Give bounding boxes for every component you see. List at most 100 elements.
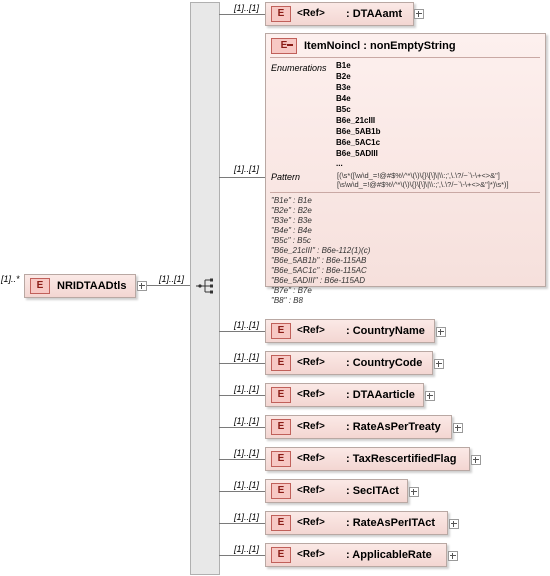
ref-label: <Ref>: [297, 325, 325, 336]
expand-icon[interactable]: [453, 423, 463, 433]
root-element-name: NRIDTAADtls: [57, 280, 127, 292]
enum-value: ...: [336, 159, 343, 168]
pattern-label: Pattern: [271, 172, 301, 182]
element-multiplicity: [1]..[1]: [234, 384, 260, 394]
element-box[interactable]: E <Ref> : SecITAct: [265, 479, 408, 503]
item-multiplicity: [1]..[1]: [234, 164, 260, 174]
element-box[interactable]: E <Ref> : ApplicableRate: [265, 543, 447, 567]
element-box[interactable]: E <Ref> : DTAAamt: [265, 2, 414, 26]
expand-icon[interactable]: [425, 391, 435, 401]
element-box[interactable]: E <Ref> : RateAsPerITAct: [265, 511, 448, 535]
pattern-line: [\s\w\d_=!@#$%\^*\(\)\{}\[\]\|\\:;',\.\?…: [337, 180, 509, 189]
element-multiplicity: [1]..[1]: [234, 352, 260, 362]
connector-line: [219, 459, 265, 460]
enum-value: B6e_5AB1b: [336, 127, 381, 136]
element-badge: E: [271, 483, 291, 499]
enum-doc: "B7e" : B7e: [271, 286, 312, 295]
enum-doc: "B3e" : B3e: [271, 216, 312, 225]
ref-label: <Ref>: [297, 549, 325, 560]
element-name: : CountryCode: [346, 357, 423, 369]
enum-value: B6e_5ADIII: [336, 149, 378, 158]
enum-value: B2e: [336, 72, 351, 81]
pattern-line: [(\s*([\w\d_=!@#$%\^*\(\)\{}\[\]\|\\:;',…: [337, 171, 500, 180]
ref-label: <Ref>: [297, 453, 325, 464]
ref-label: <Ref>: [297, 421, 325, 432]
root-element-box[interactable]: E NRIDTAADtls: [24, 274, 136, 298]
enum-value: B6e_21cIII: [336, 116, 376, 125]
item-title: ItemNoincl : nonEmptyString: [304, 40, 456, 52]
element-name: : RateAsPerTreaty: [346, 421, 441, 433]
element-multiplicity: [1]..[1]: [234, 3, 260, 13]
element-name: : ApplicableRate: [346, 549, 432, 561]
divider: [270, 57, 540, 58]
element-name: : DTAAamt: [346, 8, 403, 20]
element-badge: E: [271, 419, 291, 435]
enum-value: B4e: [336, 94, 351, 103]
expand-icon[interactable]: [471, 455, 481, 465]
expand-icon[interactable]: [436, 327, 446, 337]
element-box[interactable]: E <Ref> : TaxRescertifiedFlag: [265, 447, 470, 471]
enum-doc: "B4e" : B4e: [271, 226, 312, 235]
element-name: : TaxRescertifiedFlag: [346, 453, 457, 465]
element-multiplicity: [1]..[1]: [234, 448, 260, 458]
element-box[interactable]: E <Ref> : RateAsPerTreaty: [265, 415, 452, 439]
connector-line: [219, 395, 265, 396]
element-badge: E: [271, 387, 291, 403]
expand-icon[interactable]: [434, 359, 444, 369]
enum-doc: "B5c" : B5c: [271, 236, 311, 245]
enum-value: B1e: [336, 61, 351, 70]
element-multiplicity: [1]..[1]: [234, 480, 260, 490]
element-badge: E: [271, 38, 297, 54]
connector-line: [219, 14, 265, 15]
ref-label: <Ref>: [297, 389, 325, 400]
expand-icon[interactable]: [449, 519, 459, 529]
element-badge: E: [30, 278, 50, 294]
divider: [270, 192, 540, 193]
enum-doc: "B8" : B8: [271, 296, 303, 305]
expand-icon[interactable]: [448, 551, 458, 561]
enum-doc: "B6e_5AB1b" : B6e-115AB: [271, 256, 367, 265]
element-badge: E: [271, 355, 291, 371]
sequence-compositor-icon[interactable]: [196, 276, 216, 296]
enum-doc: "B6e_21cIII" : B6e-112(1)(c): [271, 246, 371, 255]
element-badge: E: [271, 547, 291, 563]
connector-line: [147, 285, 190, 286]
connector-line: [219, 177, 265, 178]
collapse-icon[interactable]: [287, 44, 293, 46]
element-multiplicity: [1]..[1]: [234, 416, 260, 426]
enum-doc: "B6e_5ADIII" : B6e-115AD: [271, 276, 366, 285]
element-name: : CountryName: [346, 325, 425, 337]
element-name: : DTAAarticle: [346, 389, 415, 401]
connector-line: [219, 363, 265, 364]
enum-doc: "B2e" : B2e: [271, 206, 312, 215]
sequence-multiplicity: [1]..[1]: [159, 274, 185, 284]
element-box[interactable]: E <Ref> : CountryName: [265, 319, 435, 343]
root-multiplicity: [1]..*: [1, 274, 20, 284]
element-multiplicity: [1]..[1]: [234, 544, 260, 554]
root-collapse-toggle[interactable]: [137, 281, 147, 291]
element-name: : RateAsPerITAct: [346, 517, 436, 529]
element-multiplicity: [1]..[1]: [234, 320, 260, 330]
enumerations-label: Enumerations: [271, 63, 327, 73]
ref-label: <Ref>: [297, 8, 325, 19]
enum-value: B3e: [336, 83, 351, 92]
element-name: : SecITAct: [346, 485, 399, 497]
connector-line: [219, 523, 265, 524]
element-badge: E: [271, 451, 291, 467]
element-badge: E: [271, 515, 291, 531]
connector-line: [219, 427, 265, 428]
ref-label: <Ref>: [297, 357, 325, 368]
connector-line: [219, 331, 265, 332]
connector-line: [219, 555, 265, 556]
element-badge: E: [271, 6, 291, 22]
element-multiplicity: [1]..[1]: [234, 512, 260, 522]
ref-label: <Ref>: [297, 517, 325, 528]
element-badge: E: [271, 323, 291, 339]
expand-icon[interactable]: [409, 487, 419, 497]
expand-icon[interactable]: [414, 9, 424, 19]
enum-doc: "B6e_5AC1c" : B6e-115AC: [271, 266, 367, 275]
element-box[interactable]: E <Ref> : DTAAarticle: [265, 383, 424, 407]
element-box[interactable]: E <Ref> : CountryCode: [265, 351, 433, 375]
enum-value: B5c: [336, 105, 351, 114]
enum-value: B6e_5AC1c: [336, 138, 381, 147]
